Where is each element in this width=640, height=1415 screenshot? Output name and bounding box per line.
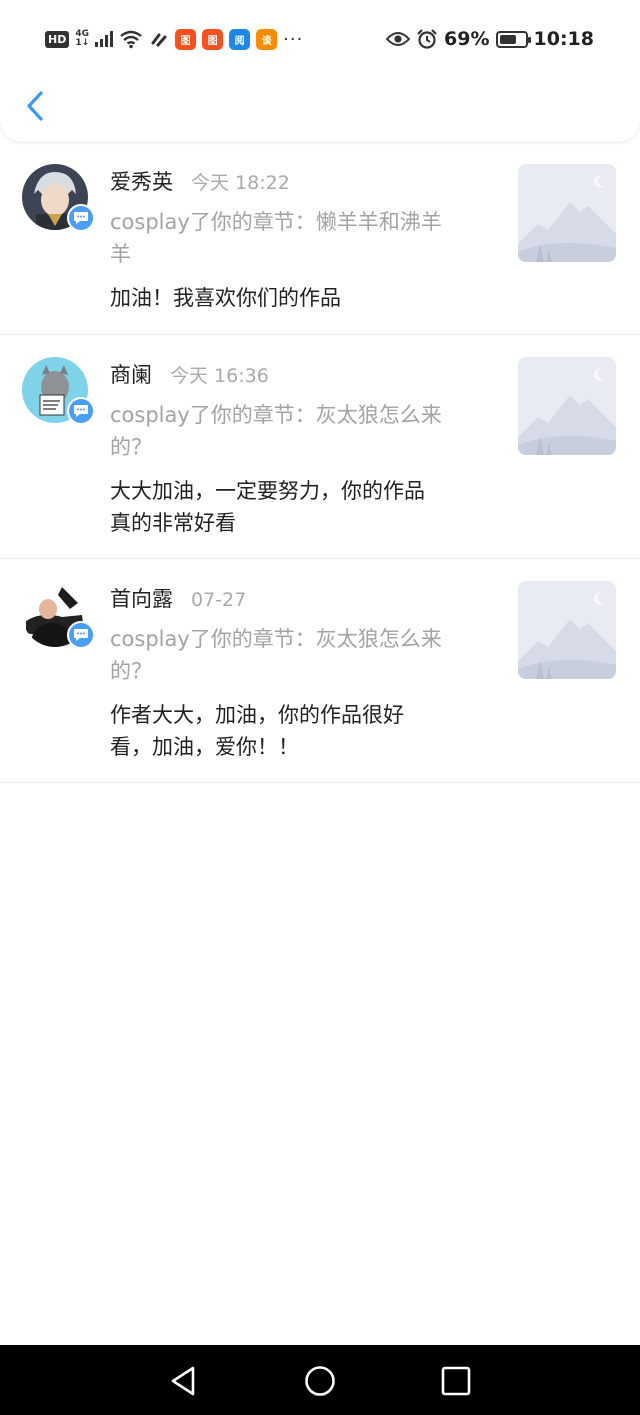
chapter-reference-line2: 的？ — [110, 435, 152, 459]
more-notifications: ··· — [283, 28, 304, 50]
chapter-reference: cosplay了你的章节：懒羊羊和沸羊 羊 — [110, 206, 490, 270]
network-indicator: 4G 1↓ — [75, 30, 89, 48]
network-activity: 1↓ — [75, 38, 90, 48]
avatar[interactable] — [22, 357, 95, 425]
comment-time: 今天 16:36 — [170, 365, 269, 387]
comment-text: 大大加油，一定要努力，你的作品 真的非常好看 — [110, 475, 480, 539]
app-notification-icon: 谈 — [256, 28, 278, 50]
comment-badge-icon — [67, 204, 95, 232]
home-nav-icon[interactable] — [302, 1363, 338, 1399]
recents-nav-icon[interactable] — [438, 1363, 474, 1399]
comment-list: 爱秀英 今天 18:22 cosplay了你的章节：懒羊羊和沸羊 羊 加油！我喜… — [0, 142, 640, 783]
comment-text: 加油！我喜欢你们的作品 — [110, 282, 480, 314]
comment-badge-icon — [67, 621, 95, 649]
chapter-reference-line1: cosplay了你的章节：灰太狼怎么来 — [110, 403, 442, 427]
app-notification-icon: 阅 — [229, 28, 251, 50]
comment-time: 07-27 — [191, 589, 247, 611]
comment-item[interactable]: 商阑 今天 16:36 cosplay了你的章节：灰太狼怎么来 的？ 大大加油，… — [0, 335, 640, 559]
status-bar: HD 4G 1↓ 图 图 阅 谈 ··· 69% 10:18 — [0, 22, 640, 56]
chapter-thumbnail[interactable] — [518, 357, 616, 455]
user-name[interactable]: 商阑 — [110, 359, 152, 389]
chapter-thumbnail[interactable] — [518, 581, 616, 679]
system-navigation-bar — [0, 1345, 640, 1415]
user-name[interactable]: 首向露 — [110, 583, 173, 613]
battery-icon — [495, 30, 531, 48]
placeholder-image-icon — [518, 357, 616, 455]
battery-percent: 69% — [444, 28, 490, 50]
link-icon — [151, 33, 167, 47]
chapter-reference-line1: cosplay了你的章节：灰太狼怎么来 — [110, 627, 442, 651]
back-nav-icon[interactable] — [166, 1363, 202, 1399]
avatar[interactable] — [22, 164, 95, 232]
comment-text-line1: 大大加油，一定要努力，你的作品 — [110, 479, 425, 503]
comment-text-line2: 真的非常好看 — [110, 511, 236, 535]
avatar[interactable] — [22, 581, 95, 649]
app-notification-icon: 图 — [202, 28, 224, 50]
comment-badge-icon — [67, 397, 95, 425]
clock: 10:18 — [533, 28, 594, 50]
comment-text-line1: 作者大大，加油，你的作品很好 — [110, 703, 404, 727]
comment-time: 今天 18:22 — [191, 172, 290, 194]
comment-text-line2: 看，加油，爱你！！ — [110, 735, 299, 759]
wifi-icon — [120, 30, 142, 49]
chapter-reference-line1: cosplay了你的章节：懒羊羊和沸羊 — [110, 210, 442, 234]
placeholder-image-icon — [518, 581, 616, 679]
battery-level-fill — [499, 34, 517, 44]
user-name[interactable]: 爱秀英 — [110, 166, 173, 196]
comment-item[interactable]: 爱秀英 今天 18:22 cosplay了你的章节：懒羊羊和沸羊 羊 加油！我喜… — [0, 142, 640, 335]
header-card: HD 4G 1↓ 图 图 阅 谈 ··· 69% 10:18 — [0, 0, 640, 142]
back-arrow-icon[interactable] — [22, 88, 52, 124]
signal-icon — [95, 31, 114, 47]
chapter-thumbnail[interactable] — [518, 164, 616, 262]
chapter-reference: cosplay了你的章节：灰太狼怎么来 的？ — [110, 623, 490, 687]
eye-icon — [386, 32, 411, 46]
alarm-icon — [417, 29, 437, 49]
comment-text: 作者大大，加油，你的作品很好 看，加油，爱你！！ — [110, 699, 480, 763]
chapter-reference: cosplay了你的章节：灰太狼怎么来 的？ — [110, 399, 490, 463]
placeholder-image-icon — [518, 164, 616, 262]
chapter-reference-line2: 羊 — [110, 242, 131, 266]
comment-text-line1: 加油！我喜欢你们的作品 — [110, 286, 341, 310]
chapter-reference-line2: 的？ — [110, 659, 152, 683]
hd-indicator: HD — [45, 30, 70, 48]
app-notification-icon: 图 — [175, 28, 197, 50]
comment-item[interactable]: 首向露 07-27 cosplay了你的章节：灰太狼怎么来 的？ 作者大大，加油… — [0, 559, 640, 783]
